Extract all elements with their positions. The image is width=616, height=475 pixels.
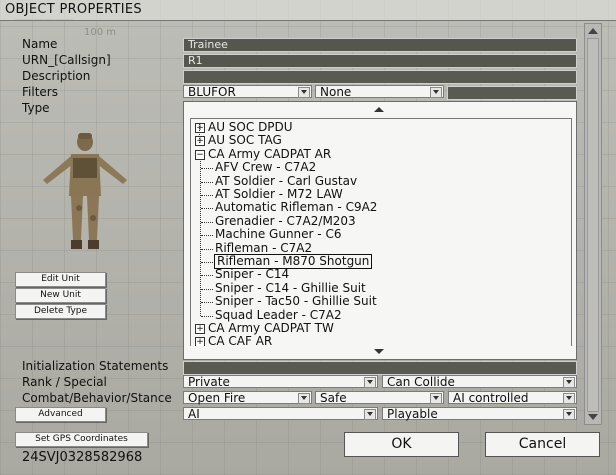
rank-value: Private: [188, 375, 230, 389]
description-field[interactable]: [183, 70, 577, 84]
chevron-down-icon[interactable]: [298, 87, 310, 98]
tree-connector: [201, 262, 213, 263]
type-tree[interactable]: + AU SOC DPDU + AU SOC TAG − CA Army CADPAT A…: [190, 118, 572, 347]
description-label: Description: [22, 69, 91, 83]
tree-connector: [201, 168, 213, 170]
tree-connector: [201, 208, 213, 210]
tree-connector: [201, 248, 213, 250]
behavior-dropdown[interactable]: Safe: [315, 391, 444, 405]
filters-extra-field[interactable]: [447, 86, 577, 100]
filters-sub-dropdown[interactable]: None: [315, 85, 444, 99]
name-label: Name: [22, 37, 58, 51]
advanced-button[interactable]: Advanced: [15, 407, 106, 422]
playable-dropdown[interactable]: Playable: [382, 407, 577, 421]
tree-connector: [200, 158, 201, 316]
rank-special-label: Rank / Special: [22, 375, 107, 389]
chevron-down-icon[interactable]: [364, 409, 376, 420]
tree-item-label: Squad Leader - C7A2: [215, 307, 342, 322]
chevron-down-icon: [374, 349, 384, 354]
name-field[interactable]: Trainee: [183, 38, 577, 52]
playable-value: Playable: [387, 407, 438, 421]
tree-connector: [201, 315, 213, 317]
scroll-up-icon[interactable]: [588, 28, 598, 34]
stance-value: AI controlled: [453, 391, 529, 405]
urn-label: URN_[Callsign]: [22, 53, 111, 67]
edit-unit-button[interactable]: Edit Unit: [15, 272, 106, 287]
list-scroll-up-button[interactable]: [184, 104, 576, 115]
init-statements-label: Initialization Statements: [22, 359, 169, 373]
expand-icon[interactable]: +: [195, 123, 205, 133]
set-gps-coordinates-button[interactable]: Set GPS Coordinates: [15, 432, 148, 447]
init-statements-field[interactable]: [183, 361, 577, 375]
dialog-title-bar: OBJECT PROPERTIES: [0, 0, 616, 21]
tree-item-label: AU SOC DPDU: [208, 120, 293, 134]
filters-side-dropdown[interactable]: BLUFOR: [183, 85, 312, 99]
list-scroll-down-button[interactable]: [184, 346, 576, 357]
scroll-down-icon[interactable]: [588, 414, 598, 420]
gps-coordinates-value: 24SVJ0328582968: [22, 450, 143, 465]
tree-item-label-selected: Rifleman - M870 Shotgun: [213, 254, 373, 269]
tree-item-label: AT Soldier - Carl Gustav: [215, 173, 358, 188]
rank-dropdown[interactable]: Private: [183, 375, 378, 389]
filters-label: Filters: [22, 85, 58, 99]
chevron-down-icon[interactable]: [298, 393, 310, 404]
map-scale-label: 100 m: [84, 27, 117, 38]
tree-item-label: Sniper - C14: [215, 267, 290, 282]
chevron-down-icon[interactable]: [563, 393, 575, 404]
expand-icon[interactable]: +: [195, 136, 205, 147]
chevron-down-icon[interactable]: [430, 87, 442, 98]
unit-preview-image: [43, 133, 127, 249]
urn-field[interactable]: R1: [183, 54, 577, 68]
expand-icon[interactable]: +: [195, 324, 205, 334]
tree-item-label: Grenadier - C7A2/M203: [215, 213, 356, 228]
type-label: Type: [22, 101, 50, 115]
combat-mode-dropdown[interactable]: Open Fire: [183, 391, 312, 405]
dialog-title: OBJECT PROPERTIES: [5, 2, 142, 17]
control-dropdown[interactable]: AI: [183, 407, 378, 421]
stance-dropdown[interactable]: AI controlled: [448, 391, 577, 405]
tree-connector: [201, 221, 213, 223]
tree-connector: [201, 235, 213, 237]
tree-item-label: CA Army CADPAT TW: [208, 321, 334, 335]
tree-item-label: AFV Crew - C7A2: [215, 160, 317, 175]
scroll-thumb[interactable]: [587, 38, 599, 412]
ok-button[interactable]: OK: [344, 432, 459, 457]
type-list[interactable]: + AU SOC DPDU + AU SOC TAG − CA Army CADPAT A…: [183, 101, 577, 360]
dialog-scrollbar[interactable]: [584, 23, 602, 425]
combat-behavior-stance-label: Combat/Behavior/Stance: [22, 391, 172, 405]
chevron-up-icon: [374, 107, 384, 112]
chevron-down-icon[interactable]: [563, 377, 575, 388]
tree-item-label: Sniper - C14 - Ghillie Suit: [215, 280, 366, 295]
tree-item-label: CA Army CADPAT AR: [208, 146, 332, 161]
tree-connector: [201, 275, 213, 277]
special-value: Can Collide: [387, 375, 455, 389]
tree-connector: [201, 195, 213, 196]
tree-connector: [201, 181, 213, 183]
behavior-value: Safe: [320, 391, 347, 405]
tree-item-label: AU SOC TAG: [208, 133, 282, 148]
tree-item-label: AT Soldier - M72 LAW: [215, 187, 343, 201]
delete-type-button[interactable]: Delete Type: [15, 304, 106, 319]
tree-connector: [201, 302, 213, 304]
control-value: AI: [188, 407, 200, 421]
tree-item-label: Automatic Rifleman - C9A2: [215, 200, 378, 215]
chevron-down-icon[interactable]: [364, 377, 376, 388]
chevron-down-icon[interactable]: [430, 393, 442, 404]
chevron-down-icon[interactable]: [563, 409, 575, 420]
cancel-button[interactable]: Cancel: [485, 432, 600, 457]
tree-connector: [201, 288, 213, 290]
special-dropdown[interactable]: Can Collide: [382, 375, 577, 389]
tree-item-label: Machine Gunner - C6: [215, 227, 342, 242]
tree-connector: [199, 123, 200, 143]
filters-sub-value: None: [320, 85, 352, 99]
tree-item-label: Sniper - Tac50 - Ghillie Suit: [215, 294, 377, 309]
tree-item-label: Rifleman - C7A2: [215, 240, 313, 255]
filters-side-value: BLUFOR: [188, 85, 236, 99]
combat-mode-value: Open Fire: [188, 391, 246, 405]
new-unit-button[interactable]: New Unit: [15, 288, 106, 303]
